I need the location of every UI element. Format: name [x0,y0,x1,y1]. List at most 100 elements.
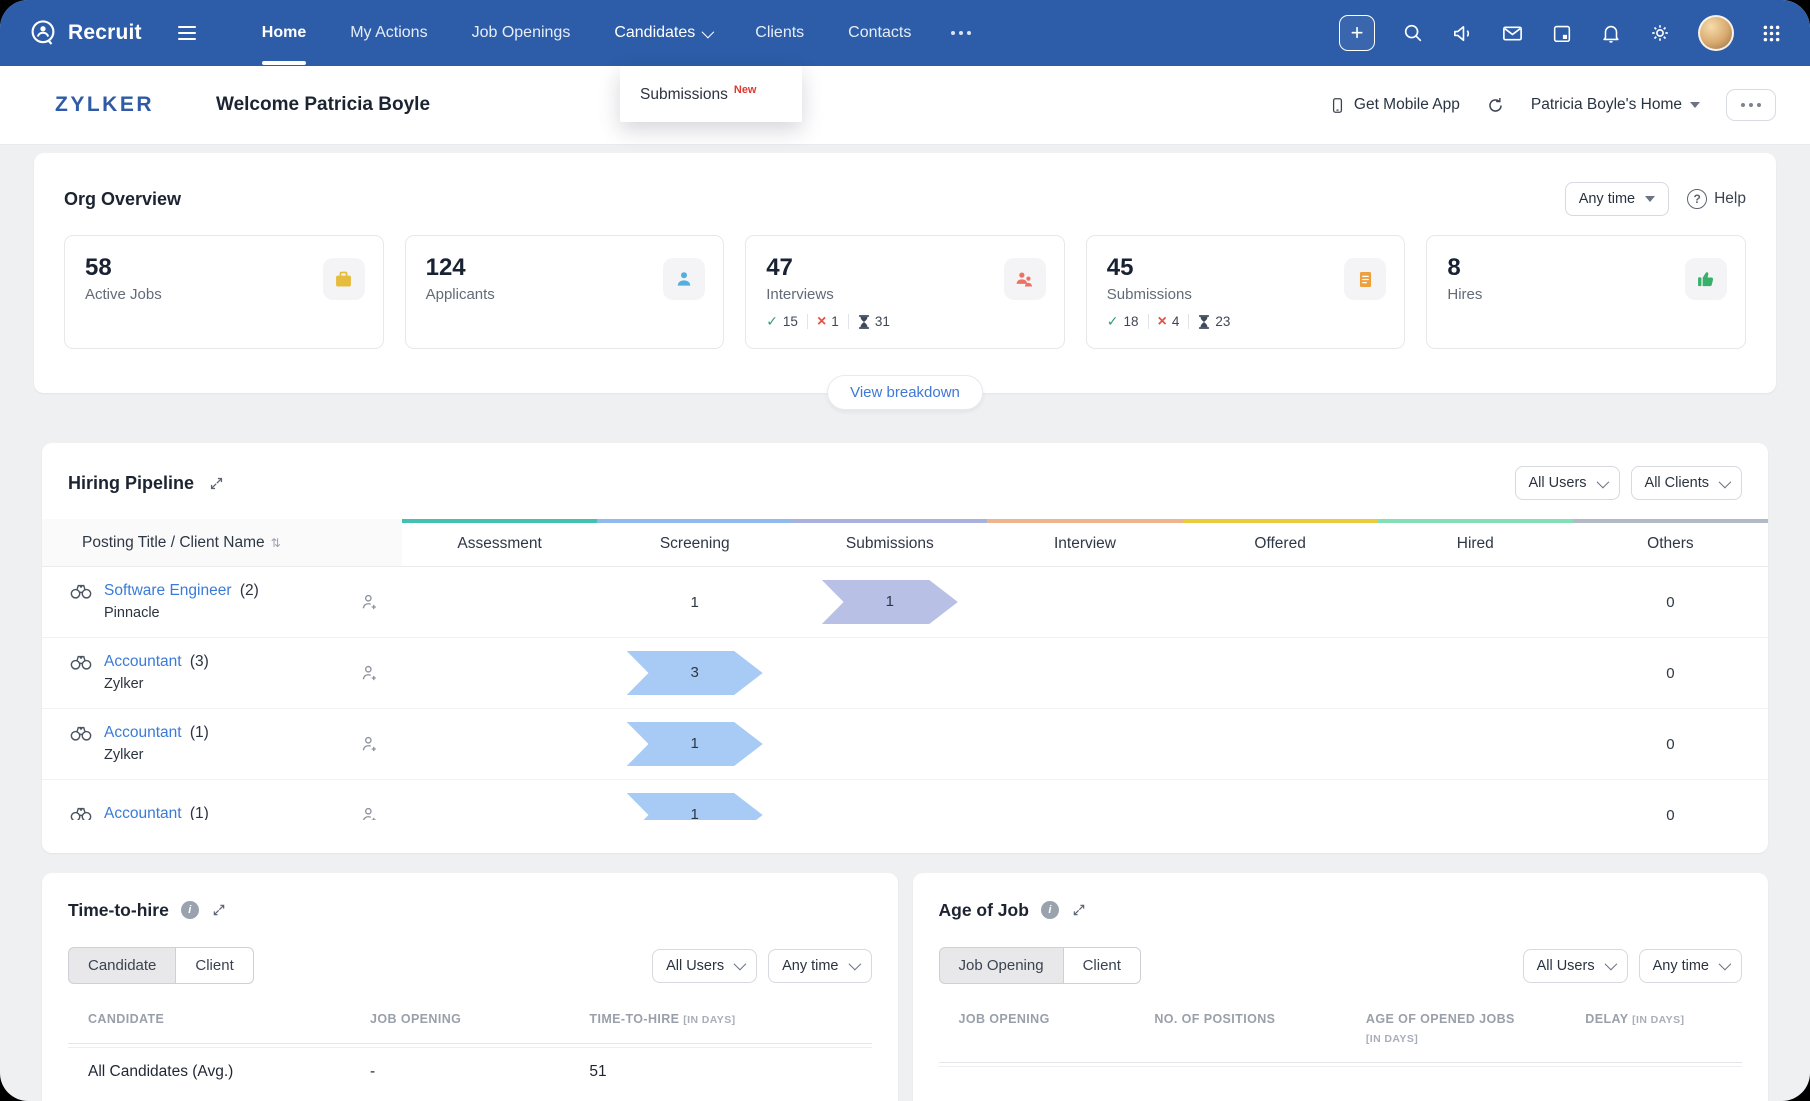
column-assessment[interactable]: Assessment [402,519,597,566]
cell-others[interactable]: 0 [1573,736,1768,753]
zylker-logo[interactable]: ZYLKER [55,93,154,117]
tth-time-filter[interactable]: Any time [768,949,871,983]
stat-card-hires[interactable]: 8 Hires [1426,235,1746,349]
stat-card-submissions[interactable]: 45 Submissions ✓18 ×4 [1086,235,1406,349]
col-job-opening: JOB OPENING [959,1010,1155,1048]
check-icon: ✓ [1107,313,1119,330]
job-posting-link[interactable]: Accountant [104,805,182,820]
announcement-icon[interactable] [1451,22,1474,45]
apps-grid-icon[interactable] [1761,23,1782,44]
pipeline-users-filter[interactable]: All Users [1515,466,1620,500]
view-breakdown-button[interactable]: View breakdown [827,375,983,410]
info-icon[interactable]: i [1041,901,1059,919]
job-posting-link[interactable]: Accountant [104,724,182,741]
page-header: ZYLKER Welcome Patricia Boyle Get Mobile… [0,66,1810,145]
pipeline-clients-filter[interactable]: All Clients [1631,466,1742,500]
tab-client[interactable]: Client [175,947,253,984]
col-age-of-opened-jobs: AGE OF OPENED JOBS[IN DAYS] [1366,1010,1585,1048]
mail-icon[interactable] [1501,22,1524,45]
nav-tab-home[interactable]: Home [240,0,328,66]
hamburger-icon[interactable] [178,26,196,40]
bell-icon[interactable] [1600,22,1622,44]
table-row[interactable]: All Candidates (Avg.) - 51 [68,1048,872,1096]
sort-icon[interactable]: ⇅ [271,536,281,550]
stage-arrow: 1 [627,793,763,820]
add-person-icon[interactable] [360,805,380,820]
phone-icon [1329,97,1346,114]
cell-screening[interactable]: 1 [597,722,792,766]
quick-add-button[interactable]: + [1339,15,1375,51]
tab-job-opening[interactable]: Job Opening [939,947,1063,984]
caret-down-icon [1645,196,1655,202]
cross-icon: × [817,314,826,330]
get-mobile-app-link[interactable]: Get Mobile App [1329,96,1460,114]
tab-client[interactable]: Client [1063,947,1141,984]
chevron-down-icon [848,958,861,971]
gear-icon[interactable] [1649,22,1671,44]
nav-tab-contacts[interactable]: Contacts [826,0,933,66]
welcome-title: Welcome Patricia Boyle [216,94,430,116]
expand-icon[interactable] [208,475,225,492]
aoj-users-filter[interactable]: All Users [1523,949,1628,983]
recruit-brand[interactable]: Recruit [28,18,142,48]
table-row: Software Engineer (2) Pinnacle [42,567,1768,638]
cell-screening[interactable]: 1 [597,793,792,820]
topnav-actions: + [1339,15,1782,51]
stat-card-applicants[interactable]: 124 Applicants [405,235,725,349]
job-posting-link[interactable]: Accountant [104,653,182,670]
cell-others[interactable]: 0 [1573,665,1768,682]
job-posting-link[interactable]: Software Engineer [104,582,232,599]
column-submissions[interactable]: Submissions [792,519,987,566]
client-name: Zylker [104,746,209,766]
stat-card-interviews[interactable]: 47 Interviews ✓15 ×1 [745,235,1065,349]
binoculars-icon[interactable] [68,652,94,672]
user-avatar[interactable] [1698,15,1734,51]
tth-users-filter[interactable]: All Users [652,949,757,983]
stat-card-active-jobs[interactable]: 58 Active Jobs [64,235,384,349]
org-time-filter[interactable]: Any time [1565,182,1669,216]
column-others[interactable]: Others [1573,519,1768,566]
search-icon[interactable] [1402,22,1424,44]
hiring-pipeline-title: Hiring Pipeline [68,473,194,494]
column-hired[interactable]: Hired [1378,519,1573,566]
nav-tab-candidates[interactable]: Candidates [592,0,733,66]
age-of-job-table: JOB OPENING NO. OF POSITIONS AGE OF OPEN… [939,1010,1743,1067]
table-row: Accountant (3) Zylker [42,638,1768,709]
add-person-icon[interactable] [360,663,380,683]
column-interview[interactable]: Interview [987,519,1182,566]
header-more-button[interactable] [1726,89,1776,121]
nav-tab-clients[interactable]: Clients [733,0,826,66]
refresh-icon[interactable] [1486,96,1505,115]
cell-others[interactable]: 0 [1573,807,1768,821]
nav-more-icon[interactable] [933,31,989,35]
expand-icon[interactable] [1071,902,1087,918]
nav-tab-my-actions[interactable]: My Actions [328,0,449,66]
help-link[interactable]: ? Help [1687,189,1746,209]
workspace-selector[interactable]: Patricia Boyle's Home [1531,96,1700,114]
binoculars-icon[interactable] [68,804,94,820]
expand-icon[interactable] [211,902,227,918]
submission-substats: ✓18 ×4 23 [1107,313,1385,330]
time-to-hire-table: CANDIDATE JOB OPENING TIME-TO-HIRE [IN D… [68,1010,872,1096]
menu-item-submissions[interactable]: SubmissionsNew [640,84,782,104]
add-person-icon[interactable] [360,592,380,612]
column-posting-title[interactable]: Posting Title / Client Name⇅ [42,519,402,566]
cell-screening[interactable]: 1 [597,594,792,611]
col-delay: DELAY [IN DAYS] [1585,1010,1742,1048]
org-overview-title: Org Overview [64,189,181,210]
nav-tab-job-openings[interactable]: Job Openings [450,0,593,66]
cell-screening[interactable]: 3 [597,651,792,695]
info-icon[interactable]: i [181,901,199,919]
pipeline-table-header: Posting Title / Client Name⇅ Assessment … [42,519,1768,567]
cell-others[interactable]: 0 [1573,594,1768,611]
time-to-hire-panel: Time-to-hire i Candidate Client All User… [42,873,898,1101]
column-screening[interactable]: Screening [597,519,792,566]
calendar-icon[interactable] [1551,22,1573,44]
add-person-icon[interactable] [360,734,380,754]
binoculars-icon[interactable] [68,723,94,743]
cell-submissions[interactable]: 1 [792,580,987,624]
tab-candidate[interactable]: Candidate [68,947,175,984]
binoculars-icon[interactable] [68,581,94,601]
column-offered[interactable]: Offered [1183,519,1378,566]
aoj-time-filter[interactable]: Any time [1639,949,1742,983]
